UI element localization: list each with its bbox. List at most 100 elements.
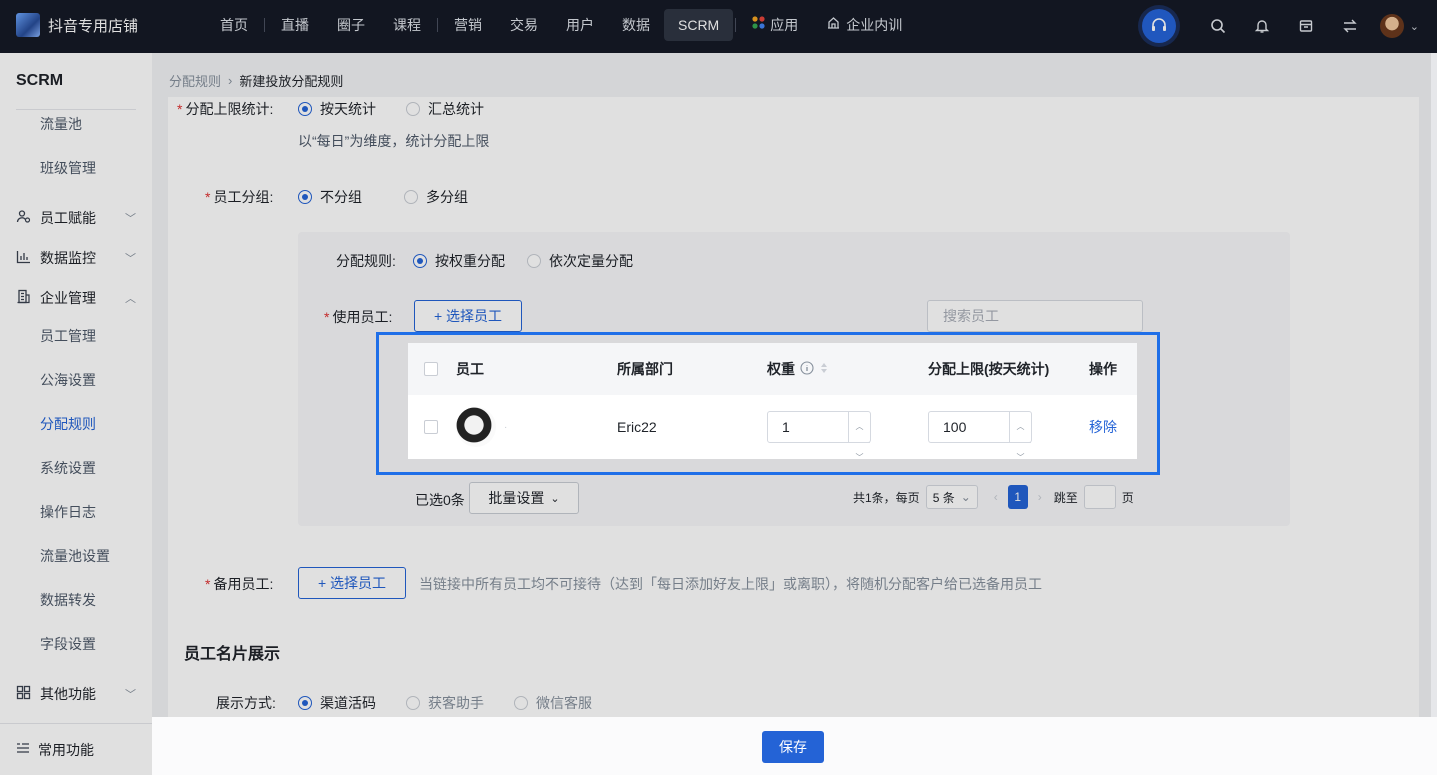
store-logo-icon (16, 13, 40, 37)
sidebar-item-public-sea[interactable]: 公海设置 (40, 370, 96, 390)
radio-by-weight[interactable]: 按权重分配 (413, 251, 505, 271)
nav-live[interactable]: 直播 (267, 9, 323, 41)
radio-sequential[interactable]: 依次定量分配 (527, 251, 633, 271)
main-nav: 首页 直播 圈子 课程 营销 交易 用户 数据 SCRM 应用 企业内训 (206, 9, 916, 41)
backup-staff-label: * 备用员工: (205, 576, 274, 592)
sidebar-group-staff-empower[interactable]: 员工赋能 ﹀ (16, 208, 136, 228)
jump-page-input[interactable] (1083, 485, 1116, 509)
select-staff-button[interactable]: + 选择员工 (414, 300, 522, 332)
limit-stat-radio-group: 按天统计 汇总统计 (298, 99, 514, 119)
sidebar-item-distribution-rules[interactable]: 分配规则 (40, 414, 96, 434)
radio-unchecked-icon (514, 696, 528, 710)
sidebar-item-system[interactable]: 系统设置 (40, 458, 96, 478)
building-icon (16, 289, 32, 307)
staff-search-input[interactable]: 搜索员工 (927, 300, 1143, 332)
page-size-select[interactable]: 5 条 ⌄ (925, 485, 978, 509)
user-avatar[interactable] (1379, 14, 1404, 38)
limit-stat-hint: 以“每日”为维度，统计分配上限 (298, 133, 490, 149)
nav-home[interactable]: 首页 (206, 9, 262, 41)
radio-checked-icon (298, 102, 312, 116)
breadcrumb: 分配规则 › 新建投放分配规则 (169, 71, 343, 90)
nav-circle[interactable]: 圈子 (323, 9, 379, 41)
sidebar-item-class[interactable]: 班级管理 (40, 158, 96, 178)
chevron-down-icon: ﹀ (125, 213, 136, 225)
headset-icon (1151, 18, 1166, 31)
sidebar-group-enterprise[interactable]: 企业管理 ︿ (16, 288, 136, 308)
sidebar-item-data-forward[interactable]: 数据转发 (40, 590, 96, 610)
selected-count: 已选0条 (415, 492, 465, 508)
radio-no-group[interactable]: 不分组 (298, 187, 362, 207)
nav-apps-label: 应用 (770, 17, 799, 33)
batch-settings-label: 批量设置 (488, 490, 545, 506)
nav-data[interactable]: 数据 (608, 9, 664, 41)
rule-radio-group: 按权重分配 依次定量分配 (413, 251, 663, 271)
next-page-icon[interactable]: › (1038, 490, 1042, 504)
use-staff-label: * 使用员工: (324, 309, 393, 325)
top-navbar: 抖音专用店铺 首页 直播 圈子 课程 营销 交易 用户 数据 SCRM 应用 企… (0, 0, 1437, 53)
jump-label: 跳至 (1053, 490, 1078, 505)
chevron-down-icon: ﹀ (125, 689, 136, 701)
store-icon[interactable] (1288, 9, 1324, 43)
person-settings-icon (16, 209, 32, 227)
rule-label: 分配规则: (336, 253, 396, 269)
radio-unchecked-icon (404, 190, 418, 204)
chevron-down-icon: ⌄ (550, 492, 560, 505)
radio-total-stat[interactable]: 汇总统计 (406, 99, 484, 119)
pagination: 共1条，每页 5 条 ⌄ ‹ 1 › 跳至 页 (853, 485, 1134, 509)
sidebar-item-fields[interactable]: 字段设置 (40, 634, 96, 654)
sidebar-item-pool-settings[interactable]: 流量池设置 (40, 546, 110, 566)
chevron-down-icon[interactable]: ⌄ (1410, 20, 1419, 33)
page-unit: 页 (1121, 490, 1134, 505)
sidebar-group-data-monitor[interactable]: 数据监控 ﹀ (16, 248, 136, 268)
store-name: 抖音专用店铺 (48, 17, 139, 35)
search-icon[interactable] (1200, 9, 1236, 43)
page-number-current[interactable]: 1 (1007, 485, 1028, 509)
sidebar-item-staff[interactable]: 员工管理 (40, 326, 96, 346)
nav-course[interactable]: 课程 (379, 9, 435, 41)
sidebar-item-logs[interactable]: 操作日志 (40, 502, 96, 522)
radio-multi-group[interactable]: 多分组 (404, 187, 468, 207)
sidebar-item-traffic-pool[interactable]: 流量池 (40, 114, 82, 134)
nav-training[interactable]: 企业内训 (812, 9, 916, 41)
customer-service-button[interactable] (1141, 9, 1176, 43)
sidebar-common-functions[interactable]: 常用功能 (0, 723, 152, 775)
sidebar: SCRM 流量池 班级管理 员工赋能 ﹀ 数据监控 ﹀ 企业管理 ︿ 员工管理 … (0, 53, 152, 775)
radio-unchecked-icon (527, 254, 541, 268)
save-button[interactable]: 保存 (762, 731, 824, 763)
radio-checked-icon (298, 696, 312, 710)
nav-users[interactable]: 用户 (552, 9, 608, 41)
training-icon (826, 9, 841, 41)
breadcrumb-current: 新建投放分配规则 (239, 74, 344, 89)
sidebar-group-other[interactable]: 其他功能 ﹀ (16, 684, 136, 704)
sidebar-group-label: 其他功能 (40, 686, 96, 702)
breadcrumb-parent[interactable]: 分配规则 (169, 71, 221, 90)
sidebar-group-label: 数据监控 (40, 250, 96, 266)
radio-daily-stat[interactable]: 按天统计 (298, 99, 376, 119)
radio-checked-icon (298, 190, 312, 204)
grouping-radio-group: 不分组 多分组 (298, 187, 498, 207)
select-backup-staff-button[interactable]: + 选择员工 (298, 567, 406, 599)
scrollbar[interactable] (1431, 53, 1437, 717)
nav-training-label: 企业内训 (846, 17, 903, 33)
radio-wechat-service[interactable]: 微信客服 (514, 693, 592, 713)
nav-apps[interactable]: 应用 (738, 9, 812, 41)
sidebar-title: SCRM (16, 72, 64, 89)
toolbar-right: ⌄ (1141, 9, 1419, 43)
radio-unchecked-icon (406, 696, 420, 710)
list-icon (16, 741, 30, 758)
switch-icon[interactable] (1332, 9, 1368, 43)
sidebar-common-label: 常用功能 (38, 741, 94, 758)
bar-chart-icon (16, 249, 32, 267)
prev-page-icon[interactable]: ‹ (994, 490, 998, 504)
sidebar-group-label: 员工赋能 (40, 210, 96, 226)
store-logo[interactable]: 抖音专用店铺 (16, 13, 138, 37)
nav-marketing[interactable]: 营销 (440, 9, 496, 41)
nav-scrm[interactable]: SCRM (664, 9, 734, 41)
radio-channel-code[interactable]: 渠道活码 (298, 693, 376, 713)
radio-acquire-assistant[interactable]: 获客助手 (406, 693, 484, 713)
breadcrumb-separator: › (228, 73, 233, 88)
nav-trade[interactable]: 交易 (496, 9, 552, 41)
bell-icon[interactable] (1244, 9, 1280, 43)
batch-settings-button[interactable]: 批量设置 ⌄ (469, 482, 579, 514)
card-section-title: 员工名片展示 (184, 646, 281, 663)
